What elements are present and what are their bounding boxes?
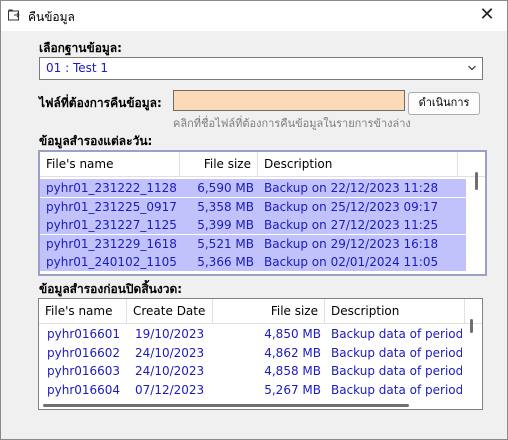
process-button[interactable]: ดำเนินการ	[408, 92, 480, 115]
database-label: เลือกฐานข้อมูล:	[39, 41, 122, 55]
column-header-file-size[interactable]: File size	[213, 299, 325, 323]
cell-file-name: pyhr01_231225_0917	[46, 199, 176, 214]
cell-file-size: 5,358 MB	[197, 199, 254, 214]
cell-file-name: pyhr01_231222_1128	[46, 181, 176, 195]
period-backups-header: File's name Create Date File size Descri…	[39, 299, 482, 324]
cell-create-date: 19/10/2023	[135, 327, 205, 341]
chevron-down-icon	[468, 65, 476, 71]
cell-description: Backup on 29/12/2023 16:18	[264, 236, 439, 251]
cell-file-size: 5,399 MB	[197, 218, 254, 233]
folder-restore-icon	[8, 9, 20, 21]
table-row[interactable]: pyhr016603 24/10/2023 4,858 MB Backup data …	[39, 362, 469, 380]
restore-window: คืนข้อมูล ✕ เลือกฐานข้อมูล: 01 : Test 1 …	[0, 0, 508, 440]
window-title: คืนข้อมูล	[28, 10, 75, 24]
cell-file-name: pyhr01_231227_1125	[46, 218, 176, 233]
period-backups-list[interactable]: File's name Create Date File size Descri…	[38, 298, 483, 410]
cell-file-size: 5,366 MB	[197, 255, 254, 270]
cell-description: Backup on 27/12/2023 11:25	[264, 218, 439, 233]
cell-file-size: 5,267 MB	[264, 382, 321, 397]
table-row[interactable]: pyhr01_231222_1128 6,590 MB Backup on 22/1…	[40, 179, 466, 197]
column-header-description[interactable]: Description	[325, 299, 465, 323]
cell-description: Backup data of period n	[331, 382, 462, 397]
database-selected-value: 01 : Test 1	[46, 61, 109, 75]
cell-create-date: 24/10/2023	[135, 364, 205, 379]
cell-description: Backup data of period n	[331, 364, 462, 379]
cell-file-name: pyhr01_240102_1105	[46, 255, 176, 270]
cell-file-name: pyhr016603	[47, 364, 121, 379]
restore-file-label: ไฟล์ที่ต้องการคืนข้อมูล:	[39, 96, 162, 110]
table-row[interactable]: pyhr016602 24/10/2023 4,862 MB Backup data …	[39, 344, 469, 362]
cell-description: Backup on 02/01/2024 11:05	[264, 255, 439, 270]
table-row[interactable]: pyhr016604 07/12/2023 5,267 MB Backup data …	[39, 381, 469, 399]
cell-file-name: pyhr01_231229_1618	[46, 236, 176, 251]
cell-file-name: pyhr016604	[47, 382, 121, 397]
daily-backups-label: ข้อมูลสำรองแต่ละวัน:	[39, 134, 153, 148]
cell-create-date: 24/10/2023	[135, 345, 205, 360]
cell-description: Backup data of period n	[331, 345, 462, 360]
cell-file-size: 6,590 MB	[197, 181, 254, 195]
cell-description: Backup data of period n	[331, 327, 462, 341]
table-row[interactable]: pyhr01_231227_1125 5,399 MB Backup on 27/1…	[40, 216, 466, 235]
column-header-file-size[interactable]: File size	[180, 152, 258, 176]
column-header-file-name[interactable]: File's name	[40, 152, 180, 176]
cell-file-size: 4,862 MB	[264, 345, 321, 360]
column-header-create-date[interactable]: Create Date	[127, 299, 213, 323]
daily-backups-scrollbar[interactable]	[475, 172, 478, 190]
restore-file-hint: คลิกที่ชื่อไฟล์ที่ต้องการคืนข้อมูลในรายก…	[173, 117, 411, 130]
table-row[interactable]: pyhr01_231229_1618 5,521 MB Backup on 29/1…	[40, 234, 466, 253]
restore-file-input[interactable]	[173, 90, 405, 111]
database-combobox[interactable]: 01 : Test 1	[39, 57, 483, 80]
cell-file-size: 4,858 MB	[264, 364, 321, 379]
column-header-description[interactable]: Description	[258, 152, 458, 176]
daily-backups-header: File's name File size Description	[40, 152, 485, 177]
cell-file-name: pyhr016602	[47, 345, 121, 360]
cell-file-size: 5,521 MB	[197, 236, 254, 251]
close-button[interactable]: ✕	[467, 1, 507, 31]
cell-description: Backup on 22/12/2023 11:28	[264, 181, 439, 195]
period-backups-vscrollbar[interactable]	[470, 319, 473, 333]
title-bar[interactable]: คืนข้อมูล ✕	[1, 1, 507, 31]
cell-description: Backup on 25/12/2023 09:17	[264, 199, 439, 214]
daily-backups-list[interactable]: File's name File size Description pyhr01…	[38, 150, 487, 276]
period-backups-label: ข้อมูลสำรองก่อนปิดสิ้นงวด:	[39, 282, 183, 296]
cell-file-name: pyhr016601	[47, 327, 121, 341]
table-row[interactable]: pyhr01_231225_0917 5,358 MB Backup on 25/1…	[40, 197, 466, 216]
period-backups-hscrollbar[interactable]	[43, 404, 409, 407]
cell-create-date: 07/12/2023	[135, 382, 205, 397]
table-row[interactable]: pyhr016601 19/10/2023 4,850 MB Backup data …	[39, 325, 469, 343]
cell-file-size: 4,850 MB	[264, 327, 321, 341]
table-row[interactable]: pyhr01_240102_1105 5,366 MB Backup on 02/0…	[40, 253, 466, 272]
column-header-file-name[interactable]: File's name	[39, 299, 127, 323]
